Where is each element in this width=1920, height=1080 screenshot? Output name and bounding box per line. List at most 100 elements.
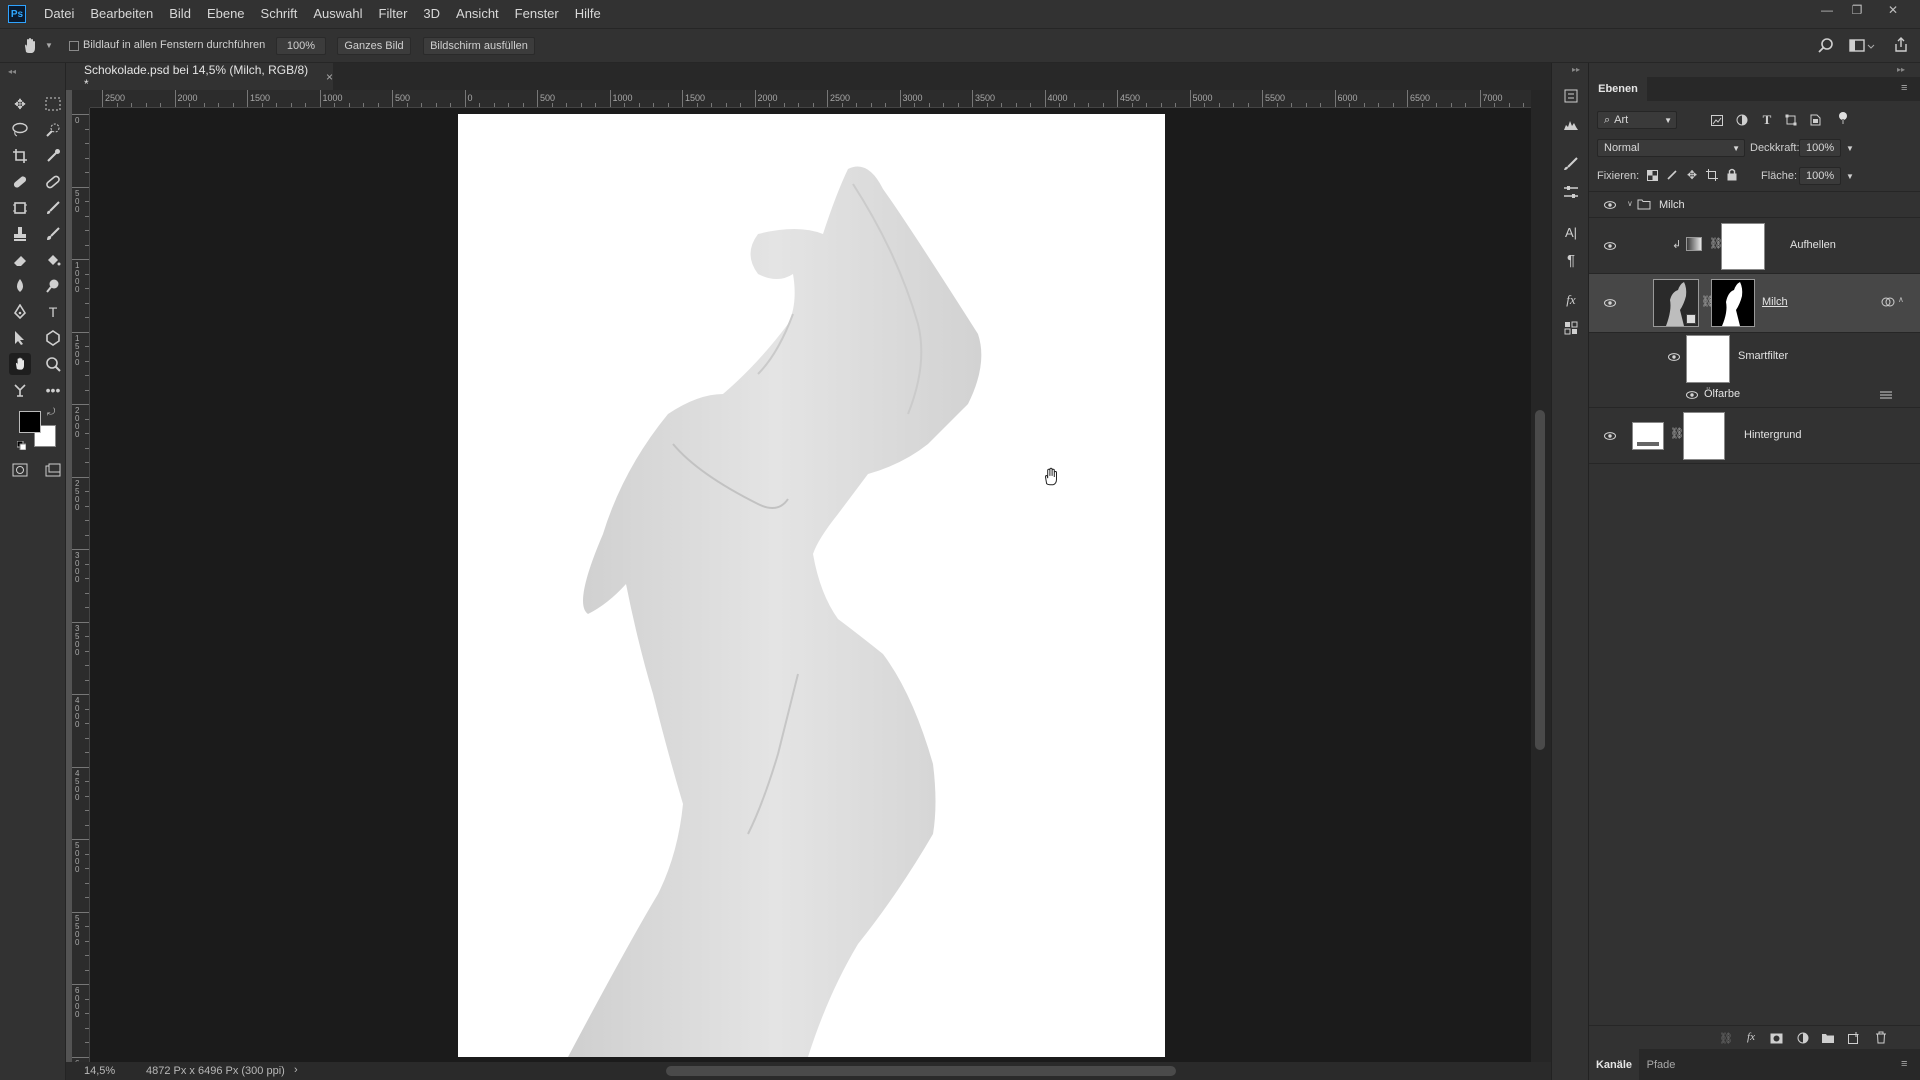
frame-tool-icon[interactable] <box>9 197 31 219</box>
lasso-tool-icon[interactable] <box>9 119 31 141</box>
collapse-arrows-icon[interactable]: ▸▸ <box>1572 65 1580 74</box>
hand-tool-preset-icon[interactable] <box>20 36 40 56</box>
character-icon[interactable]: A| <box>1562 223 1580 241</box>
panel-menu-icon[interactable]: ≡ <box>1901 82 1907 94</box>
pen-tool-icon[interactable] <box>9 301 31 323</box>
layer-aufhellen[interactable]: ↲ ⛓ Aufhellen <box>1589 218 1920 274</box>
close-document-icon[interactable]: × <box>326 70 333 84</box>
layer-name[interactable]: Hintergrund <box>1744 429 1801 441</box>
chevron-down-icon[interactable]: ▼ <box>1843 141 1857 155</box>
filter-blending-options-icon[interactable] <box>1879 389 1893 401</box>
histogram-icon[interactable] <box>1562 115 1580 133</box>
filter-olfarbe-row[interactable]: Ölfarbe <box>1589 385 1920 405</box>
type-tool-icon[interactable]: T <box>42 301 64 323</box>
filter-type-icon[interactable]: T <box>1760 112 1774 127</box>
smart-filter-label[interactable]: Smartfilter <box>1738 350 1788 362</box>
visibility-eye-icon[interactable] <box>1603 429 1617 443</box>
status-zoom[interactable]: 14,5% <box>84 1065 115 1077</box>
chevron-down-icon[interactable]: ▼ <box>45 41 53 50</box>
adjustments-icon[interactable] <box>1562 183 1580 201</box>
move-tool-icon[interactable]: ✥ <box>9 93 31 115</box>
tab-paths[interactable]: Pfade <box>1639 1049 1683 1080</box>
chevron-down-icon[interactable]: ▼ <box>1843 169 1857 183</box>
horizontal-scrollbar-thumb[interactable] <box>666 1066 1176 1076</box>
zoom-100-button[interactable]: 100% <box>276 37 326 55</box>
filter-toggle-icon[interactable] <box>1836 111 1850 125</box>
close-button[interactable]: ✕ <box>1878 0 1908 20</box>
layer-group-milch[interactable]: ∨ Milch <box>1589 192 1920 218</box>
zoom-tool-icon[interactable] <box>42 353 64 375</box>
filter-pixel-icon[interactable] <box>1710 113 1724 127</box>
layer-filter-kind[interactable]: ⌕ Art ▼ <box>1597 111 1677 129</box>
filter-smart-object-icon[interactable] <box>1808 113 1822 127</box>
menu-bearbeiten[interactable]: Bearbeiten <box>82 0 161 28</box>
healing-brush-tool-icon[interactable] <box>9 171 31 193</box>
collapse-arrows-icon[interactable]: ▸▸ <box>1897 65 1905 74</box>
lock-position-icon[interactable]: ✥ <box>1685 168 1699 182</box>
path-selection-tool-icon[interactable] <box>9 327 31 349</box>
visibility-eye-icon[interactable] <box>1603 296 1617 310</box>
add-layer-style-icon[interactable]: fx <box>1744 1030 1758 1044</box>
visibility-eye-icon[interactable] <box>1603 239 1617 253</box>
history-brush-tool-icon[interactable] <box>42 223 64 245</box>
vertical-ruler[interactable]: 0 5 0 0 1 0 0 0 1 5 0 0 2 0 0 0 2 5 0 0 3 0 0 … <box>72 108 90 1062</box>
patch-tool-icon[interactable] <box>42 171 64 193</box>
link-chain-icon[interactable]: ⛓ <box>1670 427 1684 440</box>
new-layer-icon[interactable] <box>1847 1031 1861 1045</box>
panel-menu-icon[interactable]: ≡ <box>1901 1058 1907 1070</box>
clone-stamp-tool-icon[interactable] <box>9 223 31 245</box>
delete-layer-icon[interactable] <box>1874 1030 1888 1044</box>
marquee-tool-icon[interactable] <box>42 93 64 115</box>
fill-input[interactable]: 100% <box>1799 167 1841 185</box>
tab-layers[interactable]: Ebenen <box>1589 77 1647 101</box>
chevron-up-icon[interactable]: ∧ <box>1898 295 1904 304</box>
opacity-input[interactable]: 100% <box>1799 139 1841 157</box>
status-arrow-icon[interactable]: › <box>294 1064 298 1076</box>
blend-mode-select[interactable]: Normal ▼ <box>1597 139 1745 157</box>
smart-filters-row[interactable]: Smartfilter <box>1589 333 1920 385</box>
styles-icon[interactable]: fx <box>1562 291 1580 309</box>
menu-hilfe[interactable]: Hilfe <box>567 0 609 28</box>
visibility-eye-icon[interactable] <box>1685 388 1699 402</box>
filter-name[interactable]: Ölfarbe <box>1704 388 1740 400</box>
minimize-button[interactable]: — <box>1812 0 1842 20</box>
libraries-icon[interactable] <box>1562 319 1580 337</box>
menu-bild[interactable]: Bild <box>161 0 199 28</box>
horizontal-ruler[interactable]: 2500 2000 1500 1000 500 0 500 1000 1500 2000 2500 3… <box>90 90 1531 108</box>
menu-filter[interactable]: Filter <box>371 0 416 28</box>
visibility-eye-icon[interactable] <box>1603 198 1617 212</box>
brushes-icon[interactable] <box>1562 155 1580 173</box>
smart-filter-mask-thumbnail[interactable] <box>1686 335 1730 383</box>
menu-fenster[interactable]: Fenster <box>507 0 567 28</box>
layer-name[interactable]: Milch <box>1762 296 1788 308</box>
lock-transparent-icon[interactable] <box>1645 168 1659 182</box>
quick-mask-icon[interactable] <box>9 459 31 481</box>
new-group-icon[interactable] <box>1821 1031 1835 1045</box>
paint-bucket-tool-icon[interactable] <box>42 249 64 271</box>
lock-artboard-icon[interactable] <box>1705 168 1719 182</box>
restore-button[interactable]: ❐ <box>1842 0 1872 20</box>
collapse-arrows-icon[interactable]: ◂◂ <box>8 67 16 76</box>
menu-3d[interactable]: 3D <box>415 0 448 28</box>
blur-tool-icon[interactable] <box>9 275 31 297</box>
properties-icon[interactable] <box>1562 87 1580 105</box>
menu-schrift[interactable]: Schrift <box>253 0 306 28</box>
vertical-scrollbar-thumb[interactable] <box>1535 410 1545 750</box>
more-tools-icon[interactable]: ••• <box>42 379 64 401</box>
vertical-scrollbar[interactable] <box>1531 90 1551 1062</box>
new-adjustment-layer-icon[interactable] <box>1796 1031 1810 1045</box>
visibility-eye-icon[interactable] <box>1667 350 1681 364</box>
hand-tool-icon[interactable] <box>9 353 31 375</box>
default-colors-icon[interactable] <box>16 439 27 451</box>
layer-thumbnail[interactable] <box>1632 422 1664 450</box>
workspace-icon[interactable] <box>1848 37 1876 55</box>
brush-tool-icon[interactable] <box>42 197 64 219</box>
eyedropper-tool-icon[interactable] <box>42 145 64 167</box>
menu-ebene[interactable]: Ebene <box>199 0 253 28</box>
layer-mask-thumbnail[interactable] <box>1721 223 1765 270</box>
crop-tool-icon[interactable] <box>9 145 31 167</box>
layer-milch-smart-object[interactable]: ⛓ Milch ∧ <box>1589 274 1920 333</box>
menu-ansicht[interactable]: Ansicht <box>448 0 507 28</box>
layer-thumbnail[interactable] <box>1653 279 1699 327</box>
menu-datei[interactable]: Datei <box>36 0 82 28</box>
